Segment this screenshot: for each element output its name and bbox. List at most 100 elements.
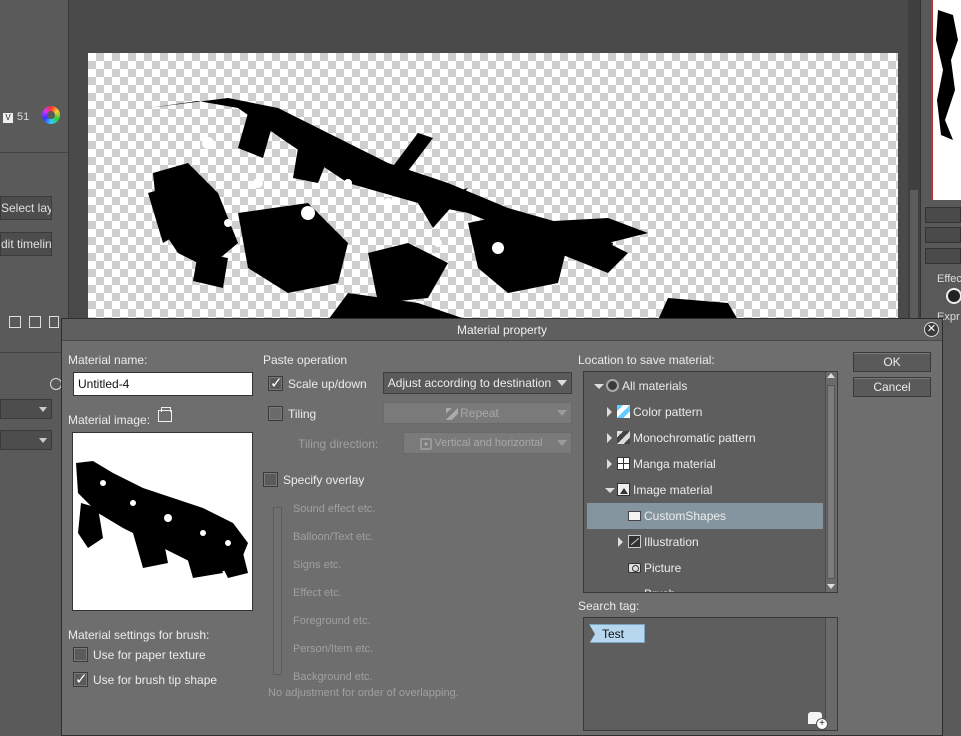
chevron-right-icon[interactable]: [607, 407, 612, 417]
v-badge-icon: V: [3, 113, 13, 123]
chevron-down-icon: [557, 380, 567, 386]
overlay-item: Balloon/Text etc.: [293, 531, 374, 543]
scale-mode-select[interactable]: Adjust according to destination: [383, 372, 572, 394]
add-tag-icon[interactable]: [808, 712, 828, 730]
tree-item-label: Monochromatic pattern: [633, 431, 756, 445]
tiling-direction-label: Tiling direction:: [298, 437, 379, 451]
tree-item-label: Image material: [633, 483, 713, 497]
trash-icon[interactable]: [49, 316, 59, 328]
color-wheel-icon[interactable]: [42, 106, 60, 124]
edit-timeline-button[interactable]: dit timeline: [0, 232, 52, 256]
canvas-scrollbar-thumb[interactable]: [910, 190, 918, 320]
cancel-button[interactable]: Cancel: [853, 377, 931, 397]
tiling-direction-select[interactable]: Vertical and horizontal: [403, 432, 572, 454]
overlay-item: Foreground etc.: [293, 615, 371, 627]
specify-overlay-checkbox[interactable]: [263, 472, 278, 487]
direction-icon: [420, 438, 432, 450]
illustration-icon: [628, 535, 641, 548]
tree-item[interactable]: Image material: [584, 477, 820, 503]
tree-item[interactable]: Monochromatic pattern: [584, 425, 820, 451]
right-panel-tab[interactable]: [925, 248, 961, 264]
location-label: Location to save material:: [578, 353, 715, 367]
brush-settings-label: Material settings for brush:: [68, 628, 210, 642]
brush-size-readout: V 51: [3, 111, 29, 123]
overlay-item: Background etc.: [293, 671, 373, 683]
folder-icon: [628, 511, 641, 521]
divider: [0, 152, 68, 153]
tree-item-label: Picture: [644, 561, 682, 575]
tiling-pattern-icon: [446, 408, 458, 420]
tiling-checkbox[interactable]: [268, 406, 283, 421]
chevron-down-icon: [557, 440, 567, 446]
material-image-preview: [72, 432, 253, 611]
overlay-item: Effect etc.: [293, 587, 342, 599]
scale-mode-value: Adjust according to destination: [387, 376, 552, 390]
paste-operation-label: Paste operation: [263, 353, 348, 367]
scroll-up-arrow-icon[interactable]: [827, 373, 835, 378]
brush-tip-label: Use for brush tip shape: [93, 673, 218, 687]
manga-material-icon: [617, 457, 630, 470]
tree-item[interactable]: All materials: [584, 373, 820, 399]
overlay-item: Signs etc.: [293, 559, 342, 571]
tree-item[interactable]: Manga material: [584, 451, 820, 477]
navigator-preview[interactable]: [931, 0, 961, 200]
ink-splatter-artwork: [148, 98, 738, 320]
folder-open-icon[interactable]: [158, 407, 172, 422]
chevron-down-icon: [557, 410, 567, 416]
chevron-right-icon[interactable]: [618, 537, 623, 547]
effect-toggle-icon[interactable]: [946, 288, 961, 304]
right-panel-tab[interactable]: [925, 227, 961, 243]
tree-item-label: Manga material: [633, 457, 716, 471]
paper-texture-checkbox[interactable]: [73, 647, 88, 662]
brush-tip-checkbox[interactable]: [73, 670, 88, 688]
chevron-down-icon[interactable]: [605, 488, 615, 493]
tree-item[interactable]: CustomShapes: [587, 503, 823, 529]
tiling-direction-value: Vertical and horizontal: [434, 437, 543, 449]
divider: [0, 352, 68, 353]
brush-icon: [626, 587, 640, 592]
tree-item-label: Color pattern: [633, 405, 703, 419]
ok-button[interactable]: OK: [853, 352, 931, 372]
scroll-down-arrow-icon[interactable]: [827, 584, 835, 589]
overlay-note: No adjustment for order of overlapping.: [268, 687, 459, 699]
tree-item[interactable]: Brush: [584, 581, 820, 592]
tree-item[interactable]: Picture: [584, 555, 820, 581]
color-pattern-icon: [617, 405, 630, 418]
image-material-icon: [617, 483, 630, 496]
tree-item[interactable]: Illustration: [584, 529, 820, 555]
material-name-label: Material name:: [68, 353, 148, 367]
material-name-input[interactable]: [73, 372, 253, 396]
material-image-label: Material image:: [68, 413, 151, 427]
overlay-item: Person/Item etc.: [293, 643, 374, 655]
scale-checkbox[interactable]: [268, 374, 283, 392]
new-page-icon[interactable]: [29, 316, 41, 328]
material-property-dialog: Material property ✕ Material name: Mater…: [61, 318, 943, 736]
layer-option-dropdown[interactable]: [0, 430, 52, 450]
chevron-down-icon[interactable]: [594, 384, 604, 389]
monochrome-pattern-icon: [617, 431, 630, 444]
tree-item-label: Brush: [644, 581, 675, 592]
tree-item[interactable]: Color pattern: [584, 399, 820, 425]
material-location-tree[interactable]: All materials Color pattern Monochromatic …: [583, 371, 838, 593]
select-layer-button[interactable]: Select layer: [0, 196, 52, 220]
tiling-label: Tiling: [288, 407, 317, 421]
tag-scrollbar[interactable]: [825, 618, 837, 730]
canvas[interactable]: [88, 53, 898, 320]
search-tag[interactable]: Test: [589, 624, 645, 644]
camera-icon: [628, 563, 641, 573]
lock-icon[interactable]: [9, 316, 21, 328]
tree-item-label: Illustration: [644, 535, 699, 549]
all-materials-icon: [606, 379, 619, 392]
tiling-mode-select[interactable]: Repeat: [383, 402, 572, 424]
navigator-thumbnail: [936, 10, 958, 140]
brush-size-value: 51: [17, 111, 30, 123]
chevron-right-icon[interactable]: [607, 459, 612, 469]
tree-scrollbar-thumb[interactable]: [827, 385, 835, 579]
close-button[interactable]: ✕: [924, 322, 939, 337]
dialog-title: Material property: [456, 323, 548, 337]
right-panel-tab[interactable]: [925, 207, 961, 223]
blend-mode-dropdown[interactable]: [0, 399, 52, 419]
paper-texture-label: Use for paper texture: [93, 648, 206, 662]
chevron-right-icon[interactable]: [607, 433, 612, 443]
effect-label: Effec: [937, 273, 961, 285]
